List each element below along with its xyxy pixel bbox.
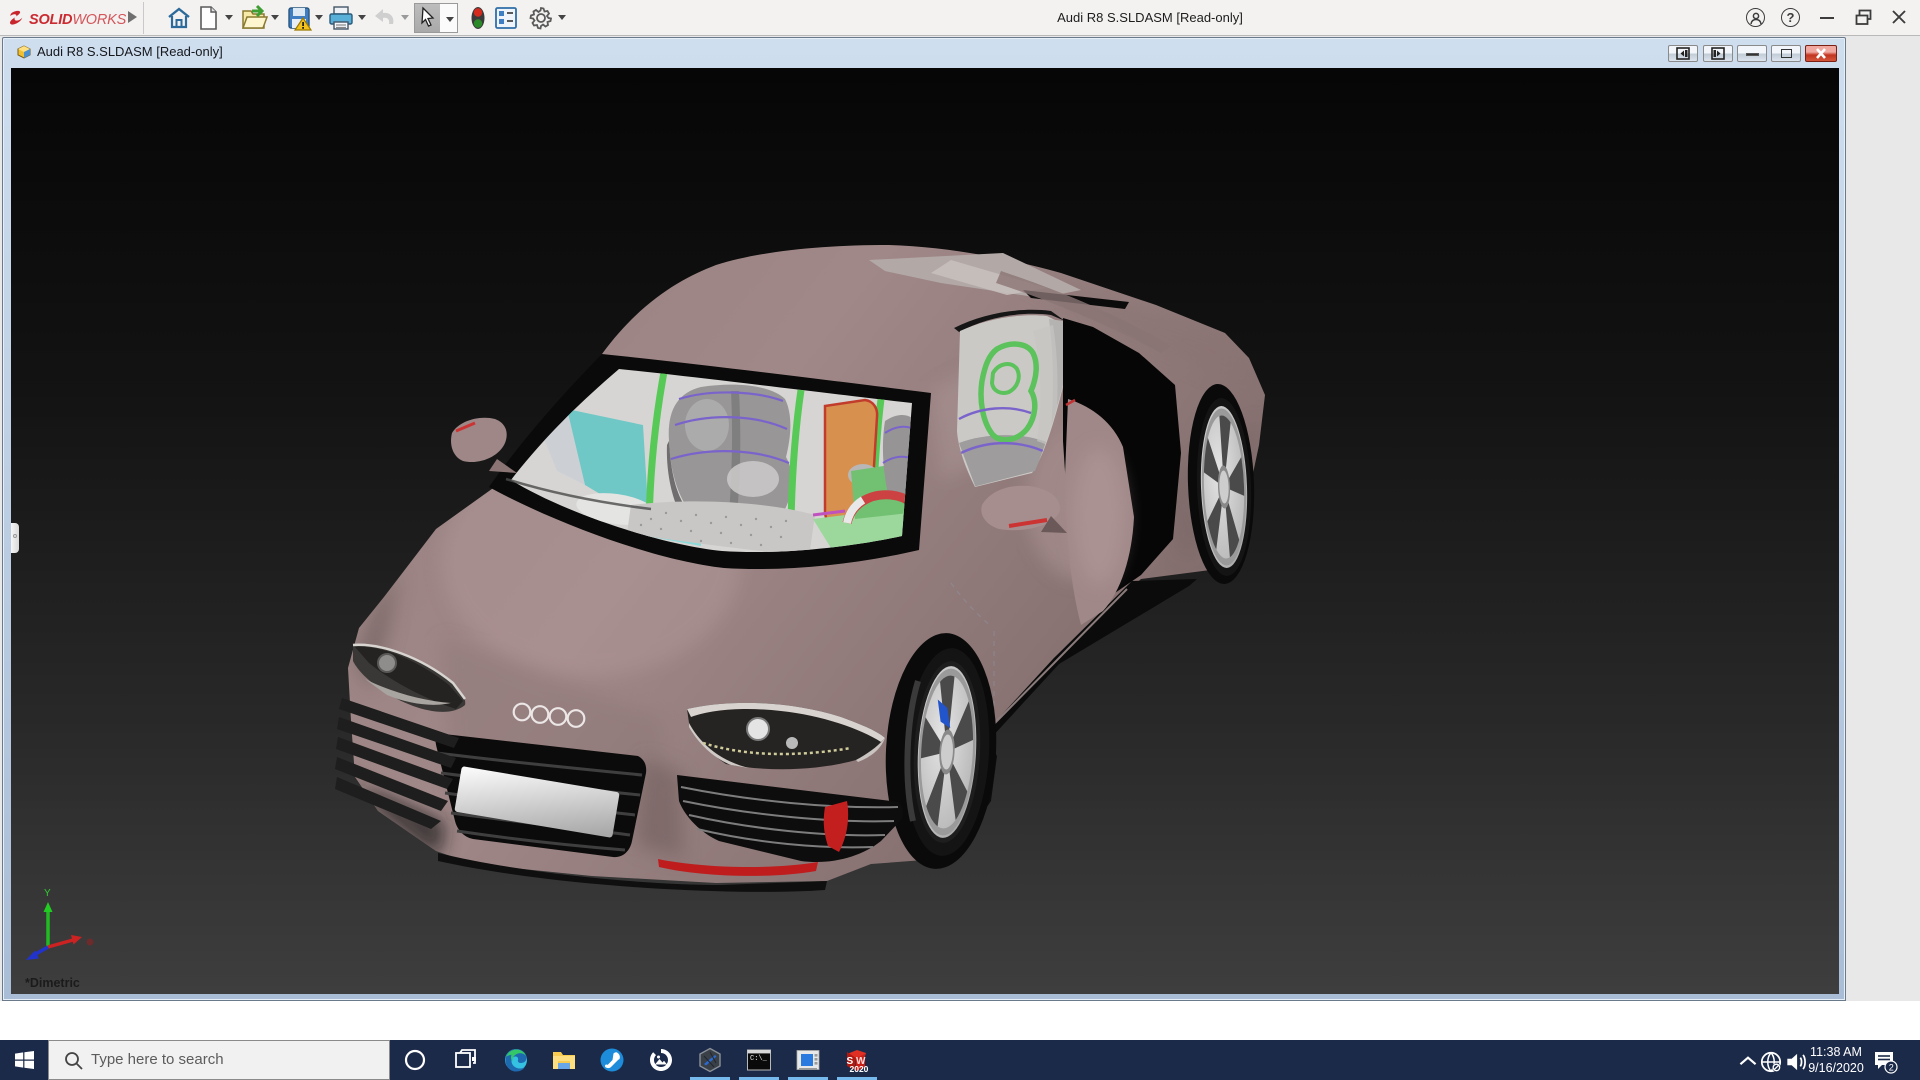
svg-text:Y: Y [44,888,51,899]
svg-text:2020: 2020 [850,1064,869,1073]
svg-text:2: 2 [1889,1062,1894,1072]
svg-text:C:\_: C:\_ [750,1055,768,1063]
